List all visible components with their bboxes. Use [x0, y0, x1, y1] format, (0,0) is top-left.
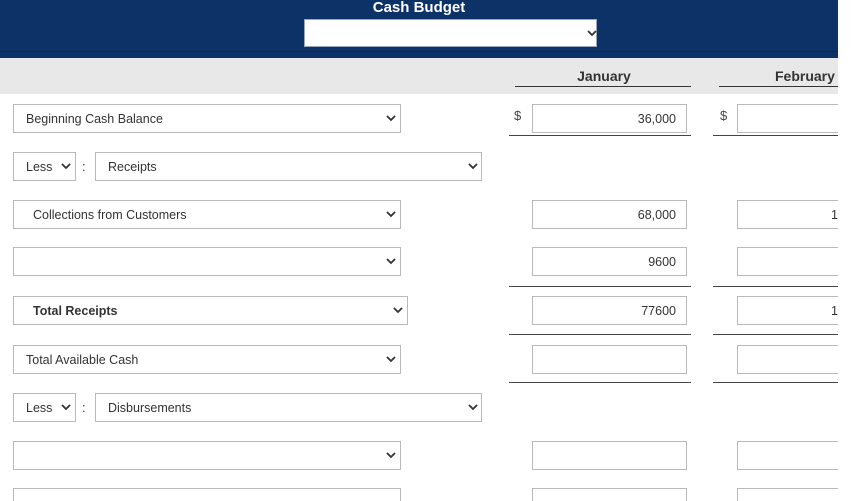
february-disbursement-blank-input[interactable] — [737, 441, 838, 470]
february-beginning-cash-input[interactable] — [737, 104, 838, 133]
chevron-down-icon — [61, 394, 73, 421]
period-select[interactable] — [304, 19, 597, 47]
january-beginning-cash-input[interactable]: 36,000 — [532, 104, 687, 133]
february-total-receipts-input[interactable]: 1 — [737, 296, 838, 325]
page-title: Cash Budget — [372, 0, 466, 16]
chevron-down-icon — [386, 248, 398, 275]
february-collections-input[interactable]: 1 — [737, 200, 838, 229]
january-total-available-input[interactable] — [532, 345, 687, 374]
select-value: Total Receipts — [33, 304, 118, 318]
column-header-underline — [515, 86, 691, 87]
operator-select-disbursements[interactable]: Less — [13, 393, 76, 422]
row-label-select-disbursement-blank[interactable] — [13, 441, 401, 470]
colon-separator: : — [82, 400, 86, 415]
column-header-band — [0, 58, 838, 94]
select-value: Less — [26, 401, 53, 415]
select-value: Total Available Cash — [26, 353, 139, 367]
january-disbursement-blank-input[interactable] — [532, 488, 687, 501]
select-value: Disbursements — [108, 401, 192, 415]
select-value: Receipts — [108, 160, 157, 174]
select-value: Less — [26, 160, 53, 174]
scroll-area — [838, 0, 859, 501]
select-value: Beginning Cash Balance — [26, 112, 163, 126]
january-receipt-blank-input[interactable]: 9600 — [532, 247, 687, 276]
underline — [509, 286, 691, 287]
chevron-down-icon — [386, 105, 398, 132]
february-disbursement-blank-input[interactable] — [737, 488, 838, 501]
column-header-underline — [719, 86, 838, 87]
row-label-select-disbursement-blank[interactable] — [13, 488, 401, 501]
january-collections-input[interactable]: 68,000 — [532, 200, 687, 229]
chevron-down-icon — [393, 297, 405, 324]
header-divider — [0, 51, 838, 52]
february-receipt-blank-input[interactable] — [737, 247, 838, 276]
january-total-receipts-input[interactable]: 77600 — [532, 296, 687, 325]
colon-separator: : — [82, 159, 86, 174]
underline — [713, 286, 838, 287]
underline — [713, 382, 838, 383]
row-label-select-total-available[interactable]: Total Available Cash — [13, 345, 401, 374]
currency-symbol: $ — [514, 108, 522, 123]
chevron-down-icon — [386, 346, 398, 373]
chevron-down-icon — [587, 20, 599, 48]
chevron-down-icon — [61, 153, 73, 180]
section-select-receipts[interactable]: Receipts — [95, 152, 482, 181]
select-value: Collections from Customers — [33, 208, 187, 222]
column-header-january: January — [577, 68, 631, 84]
row-label-select-total-receipts[interactable]: Total Receipts — [13, 296, 408, 325]
chevron-down-icon — [468, 153, 480, 180]
underline — [713, 334, 838, 335]
row-label-select-beginning-cash[interactable]: Beginning Cash Balance — [13, 104, 401, 133]
section-select-disbursements[interactable]: Disbursements — [95, 393, 482, 422]
chevron-down-icon — [386, 201, 398, 228]
underline — [509, 135, 691, 136]
underline — [509, 334, 691, 335]
chevron-down-icon — [468, 394, 480, 421]
currency-symbol: $ — [720, 108, 728, 123]
february-total-available-input[interactable] — [737, 345, 838, 374]
underline — [509, 382, 691, 383]
row-label-select-collections[interactable]: Collections from Customers — [13, 200, 401, 229]
chevron-down-icon — [386, 442, 398, 469]
underline — [713, 135, 838, 136]
january-disbursement-blank-input[interactable] — [532, 441, 687, 470]
row-label-select-receipt-blank[interactable] — [13, 247, 401, 276]
operator-select-receipts[interactable]: Less — [13, 152, 76, 181]
